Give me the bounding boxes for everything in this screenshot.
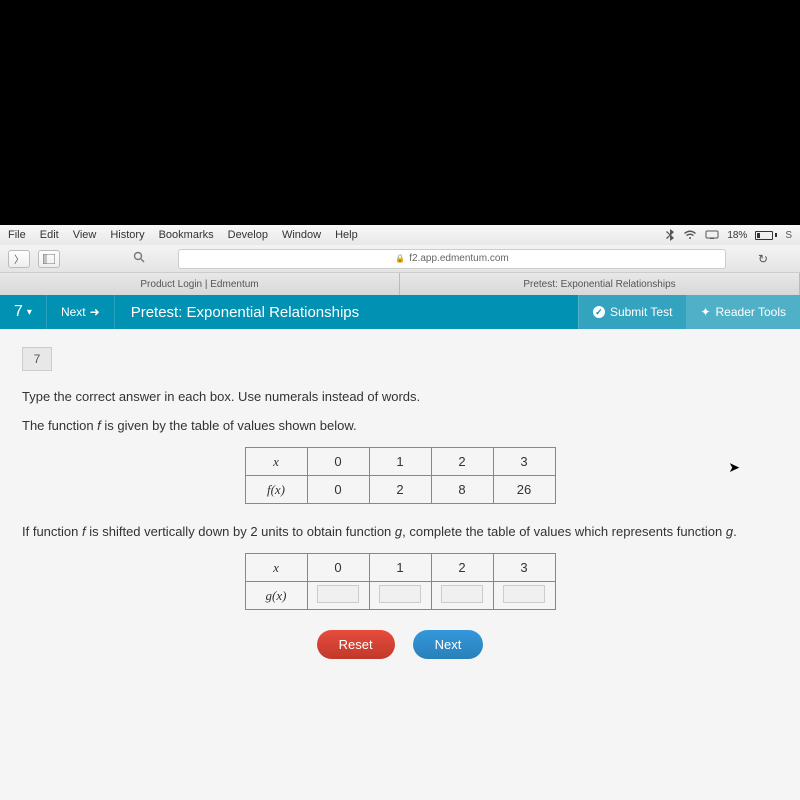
cursor-icon: ➤: [728, 459, 740, 476]
reset-button[interactable]: Reset: [317, 630, 395, 659]
table-f: x 0 1 2 3 f(x) 0 2 8 26: [245, 447, 556, 504]
question-selector[interactable]: 7 ▾: [0, 295, 47, 329]
question-content: 7 Type the correct answer in each box. U…: [0, 329, 800, 800]
table-row: x 0 1 2 3: [245, 554, 555, 582]
bluetooth-icon[interactable]: [666, 229, 675, 241]
question-number: 7: [14, 303, 23, 321]
macos-menubar: File Edit View History Bookmarks Develop…: [0, 225, 800, 245]
table-row: x 0 1 2 3: [245, 448, 555, 476]
instruction-line-2: The function f is given by the table of …: [22, 418, 778, 433]
menu-view[interactable]: View: [73, 229, 97, 241]
back-button[interactable]: 〉: [8, 250, 30, 268]
answer-input-2[interactable]: [441, 585, 483, 603]
next-question-link[interactable]: Next ➜: [47, 295, 115, 329]
menu-history[interactable]: History: [110, 229, 144, 241]
browser-toolbar: 〉 🔒 f2.app.edmentum.com ↻: [0, 245, 800, 273]
menubar-right-edge: S: [785, 230, 792, 241]
next-label: Next: [61, 305, 86, 319]
submit-test-button[interactable]: ✓ Submit Test: [578, 295, 686, 329]
submit-label: Submit Test: [610, 305, 672, 319]
reader-tools-button[interactable]: ✦ Reader Tools: [686, 295, 800, 329]
tab-pretest[interactable]: Pretest: Exponential Relationships: [400, 273, 800, 295]
tools-icon: ✦: [700, 305, 710, 319]
table-row: f(x) 0 2 8 26: [245, 476, 555, 504]
menu-window[interactable]: Window: [282, 229, 321, 241]
reader-label: Reader Tools: [716, 305, 787, 319]
arrow-right-icon: ➜: [90, 305, 100, 319]
instruction-line-3: If function f is shifted vertically down…: [22, 524, 778, 539]
menu-help[interactable]: Help: [335, 229, 358, 241]
sidebar-button[interactable]: [38, 250, 60, 268]
chevron-down-icon: ▾: [27, 307, 32, 318]
table-g: x 0 1 2 3 g(x): [245, 553, 556, 610]
reload-button[interactable]: ↻: [754, 252, 772, 266]
answer-input-1[interactable]: [379, 585, 421, 603]
instruction-line-1: Type the correct answer in each box. Use…: [22, 389, 778, 404]
menu-edit[interactable]: Edit: [40, 229, 59, 241]
wifi-icon[interactable]: [683, 230, 697, 240]
check-icon: ✓: [593, 306, 605, 318]
url-host: f2.app.edmentum.com: [409, 253, 509, 264]
next-button[interactable]: Next: [413, 630, 484, 659]
search-icon[interactable]: [133, 250, 145, 268]
tab-product-login[interactable]: Product Login | Edmentum: [0, 273, 400, 295]
menu-develop[interactable]: Develop: [228, 229, 268, 241]
letterbox-top: [0, 0, 800, 225]
url-bar[interactable]: 🔒 f2.app.edmentum.com: [178, 249, 726, 269]
lock-icon: 🔒: [395, 254, 405, 263]
menu-bookmarks[interactable]: Bookmarks: [159, 229, 214, 241]
app-header: 7 ▾ Next ➜ Pretest: Exponential Relation…: [0, 295, 800, 329]
question-badge: 7: [22, 347, 52, 371]
battery-icon[interactable]: [755, 231, 777, 240]
display-icon[interactable]: [705, 230, 719, 240]
table-row: g(x): [245, 582, 555, 610]
page-title: Pretest: Exponential Relationships: [115, 304, 375, 321]
browser-tabs: Product Login | Edmentum Pretest: Expone…: [0, 273, 800, 295]
answer-input-0[interactable]: [317, 585, 359, 603]
answer-input-3[interactable]: [503, 585, 545, 603]
battery-percentage: 18%: [727, 230, 747, 241]
menu-file[interactable]: File: [8, 229, 26, 241]
